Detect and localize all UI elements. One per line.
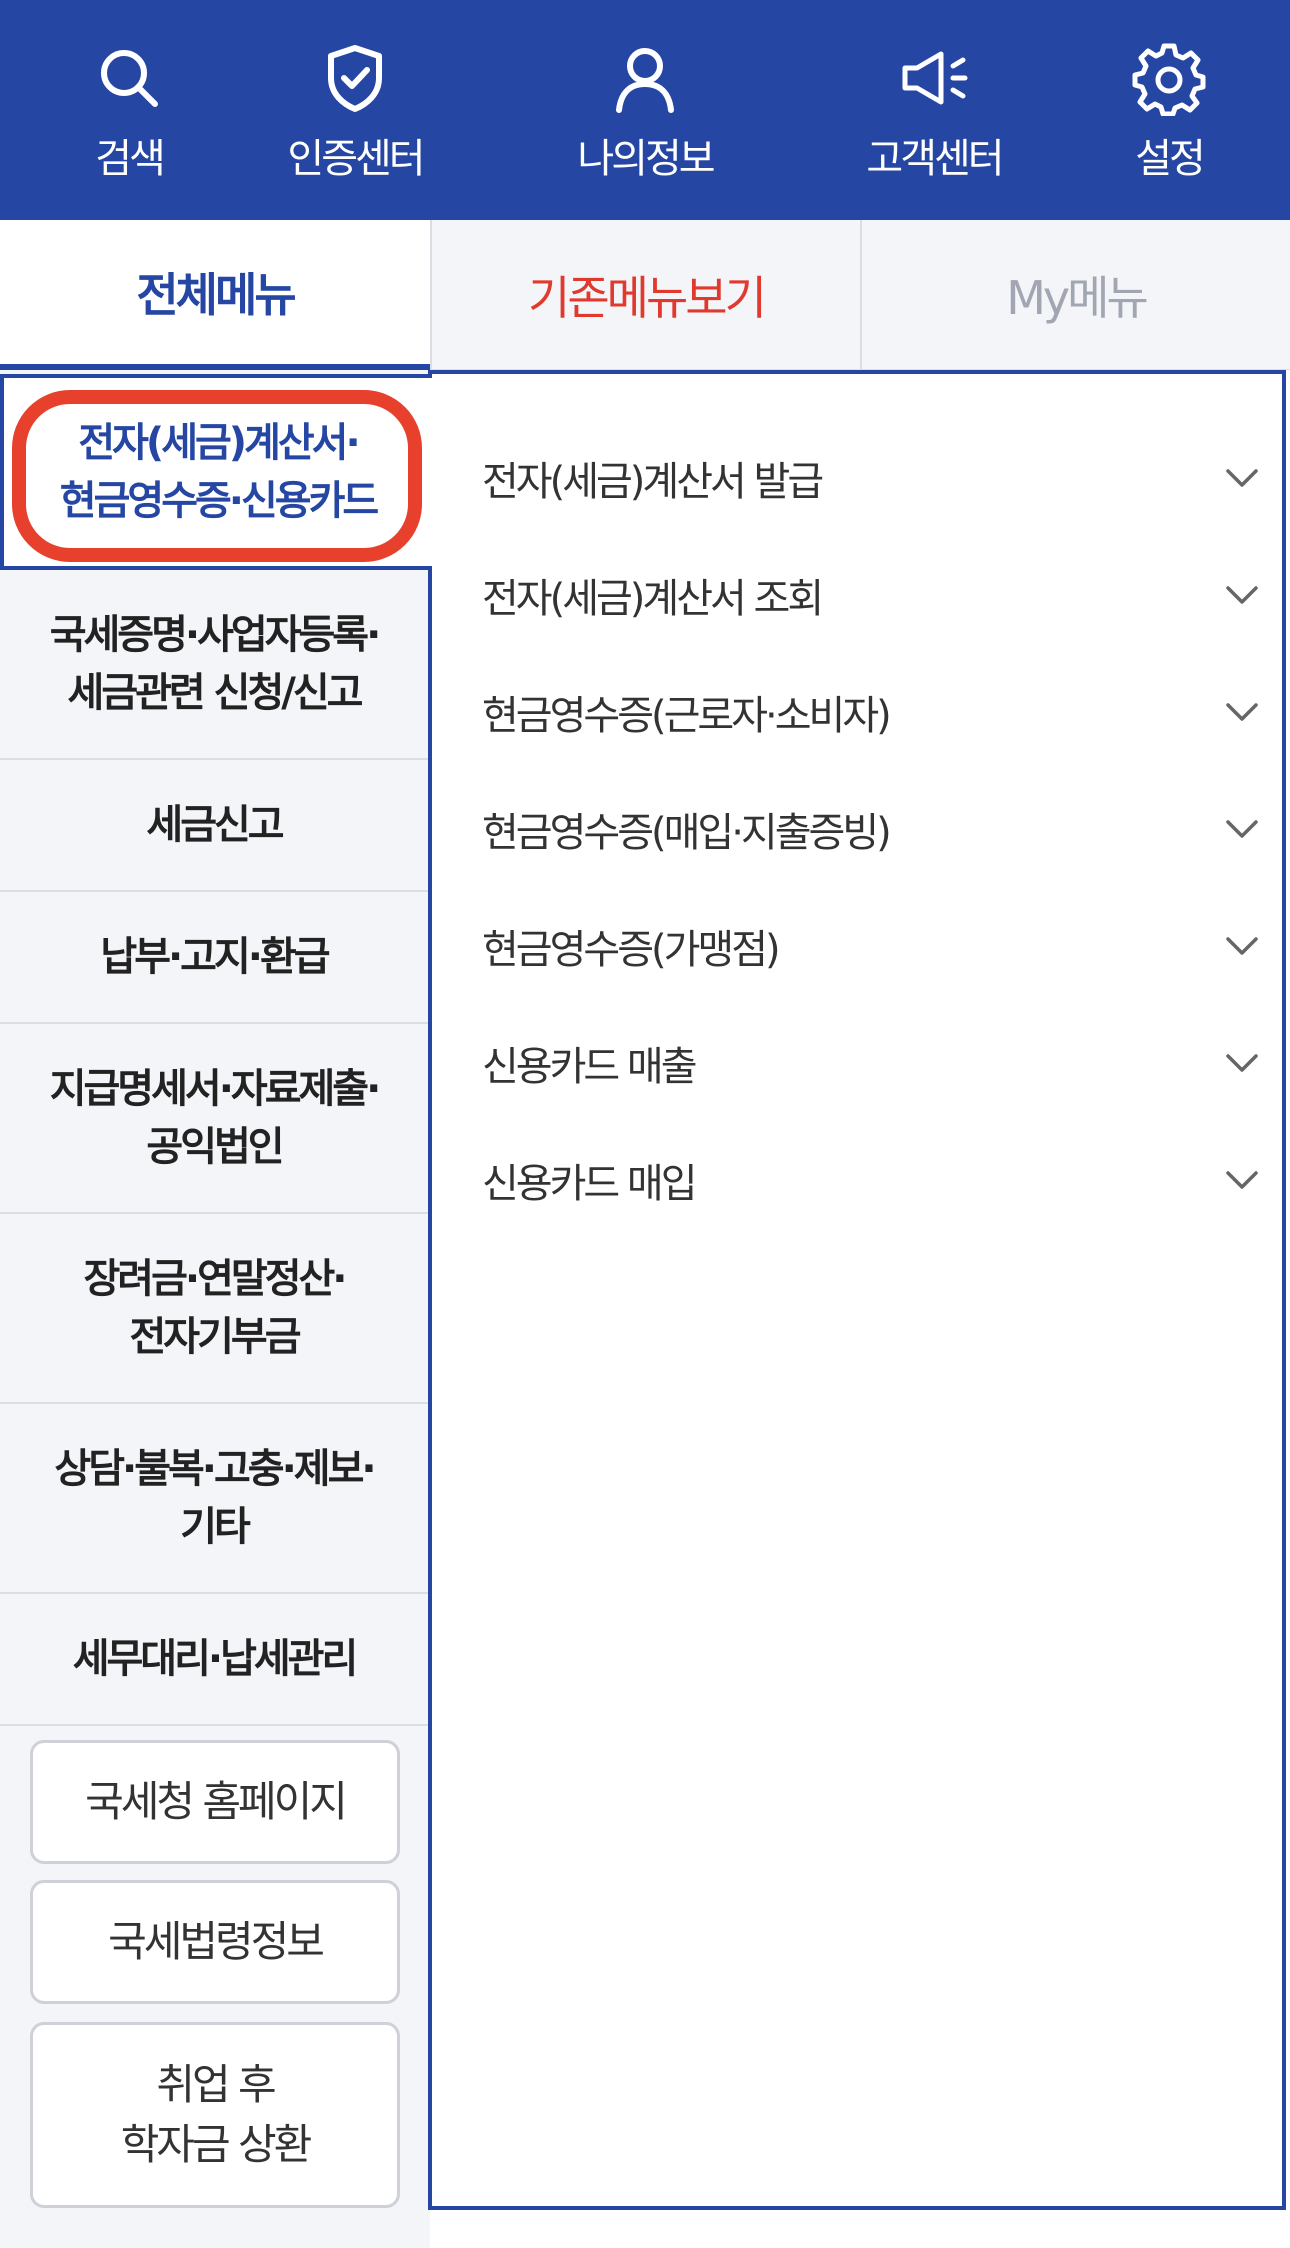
chevron-down-icon — [1222, 926, 1262, 966]
nav-settings[interactable]: 설정 — [1040, 0, 1290, 220]
submenu-item-label: 전자(세금)계산서 조회 — [482, 576, 824, 622]
category-menu: 전자(세금)계산서· 현금영수증·신용카드 국세증명·사업자등록· 세금관련 신… — [0, 370, 432, 2248]
submenu-item-label: 현금영수증(가맹점) — [482, 927, 781, 973]
category-incentive[interactable]: 장려금·연말정산· 전자기부금 — [0, 1214, 428, 1404]
category-tax-filing[interactable]: 세금신고 — [0, 760, 428, 892]
user-icon — [605, 38, 685, 118]
nav-my-info[interactable]: 나의정보 — [516, 0, 774, 220]
submenu-panel: 전자(세금)계산서 발급 전자(세금)계산서 조회 현금영수증(근로자·소비자)… — [428, 370, 1286, 2210]
category-consultation[interactable]: 상담·불복·고충·제보· 기타 — [0, 1404, 428, 1594]
menu-tabs: 전체메뉴 기존메뉴보기 My메뉴 — [0, 220, 1290, 370]
category-label: 전자(세금)계산서· 현금영수증·신용카드 — [59, 420, 379, 524]
nav-my-info-label: 나의정보 — [577, 136, 715, 182]
category-label: 지급명세서·자료제출· 공익법인 — [49, 1066, 382, 1170]
nav-search-label: 검색 — [95, 136, 166, 182]
shield-check-icon — [315, 38, 395, 118]
category-tax-agent[interactable]: 세무대리·납세관리 — [0, 1594, 428, 1726]
category-label: 세무대리·납세관리 — [72, 1636, 359, 1682]
chevron-down-icon — [1222, 809, 1262, 849]
submenu-item-label: 현금영수증(근로자·소비자) — [482, 693, 892, 739]
chevron-down-icon — [1222, 458, 1262, 498]
nav-search[interactable]: 검색 — [0, 0, 258, 220]
chevron-down-icon — [1222, 692, 1262, 732]
nav-customer-center-label: 고객센터 — [866, 136, 1004, 182]
category-label: 장려금·연말정산· 전자기부금 — [83, 1256, 348, 1360]
category-label: 세금신고 — [146, 802, 284, 848]
megaphone-icon — [894, 38, 974, 118]
nts-homepage-button[interactable]: 국세청 홈페이지 — [30, 1740, 400, 1864]
category-label: 납부·고지·환급 — [100, 934, 330, 980]
category-payment[interactable]: 납부·고지·환급 — [0, 892, 428, 1024]
submenu-item-label: 전자(세금)계산서 발급 — [482, 459, 824, 505]
category-certificates[interactable]: 국세증명·사업자등록· 세금관련 신청/신고 — [0, 570, 428, 760]
chevron-down-icon — [1222, 575, 1262, 615]
nav-settings-label: 설정 — [1135, 136, 1206, 182]
submenu-item[interactable]: 신용카드 매출 — [482, 1013, 1262, 1113]
submenu-item[interactable]: 전자(세금)계산서 발급 — [482, 428, 1262, 528]
top-nav-bar: 검색 인증센터 나의정보 고객센터 설정 — [0, 0, 1290, 220]
tab-legacy-menu[interactable]: 기존메뉴보기 — [430, 220, 860, 370]
submenu-item[interactable]: 현금영수증(근로자·소비자) — [482, 662, 1262, 762]
submenu-item-label: 신용카드 매입 — [482, 1161, 698, 1207]
nav-auth-center-label: 인증센터 — [287, 136, 425, 182]
nav-auth-center[interactable]: 인증센터 — [226, 0, 484, 220]
submenu-item[interactable]: 전자(세금)계산서 조회 — [482, 545, 1262, 645]
category-payment-statement[interactable]: 지급명세서·자료제출· 공익법인 — [0, 1024, 428, 1214]
tax-law-info-button[interactable]: 국세법령정보 — [30, 1880, 400, 2004]
student-loan-repayment-button[interactable]: 취업 후 학자금 상환 — [30, 2022, 400, 2208]
nav-customer-center[interactable]: 고객센터 — [805, 0, 1063, 220]
chevron-down-icon — [1222, 1043, 1262, 1083]
search-icon — [89, 38, 169, 118]
submenu-item[interactable]: 현금영수증(가맹점) — [482, 896, 1262, 996]
category-label: 국세증명·사업자등록· 세금관련 신청/신고 — [49, 612, 382, 716]
tab-my-menu[interactable]: My메뉴 — [860, 220, 1290, 370]
submenu-item[interactable]: 신용카드 매입 — [482, 1130, 1262, 1230]
tab-all-menu[interactable]: 전체메뉴 — [0, 220, 430, 370]
submenu-item-label: 신용카드 매출 — [482, 1044, 698, 1090]
gear-icon — [1129, 38, 1209, 118]
category-e-invoice[interactable]: 전자(세금)계산서· 현금영수증·신용카드 — [0, 374, 432, 570]
submenu-item-label: 현금영수증(매입·지출증빙) — [482, 810, 892, 856]
submenu-item[interactable]: 현금영수증(매입·지출증빙) — [482, 779, 1262, 879]
chevron-down-icon — [1222, 1160, 1262, 1200]
category-label: 상담·불복·고충·제보· 기타 — [54, 1446, 376, 1550]
